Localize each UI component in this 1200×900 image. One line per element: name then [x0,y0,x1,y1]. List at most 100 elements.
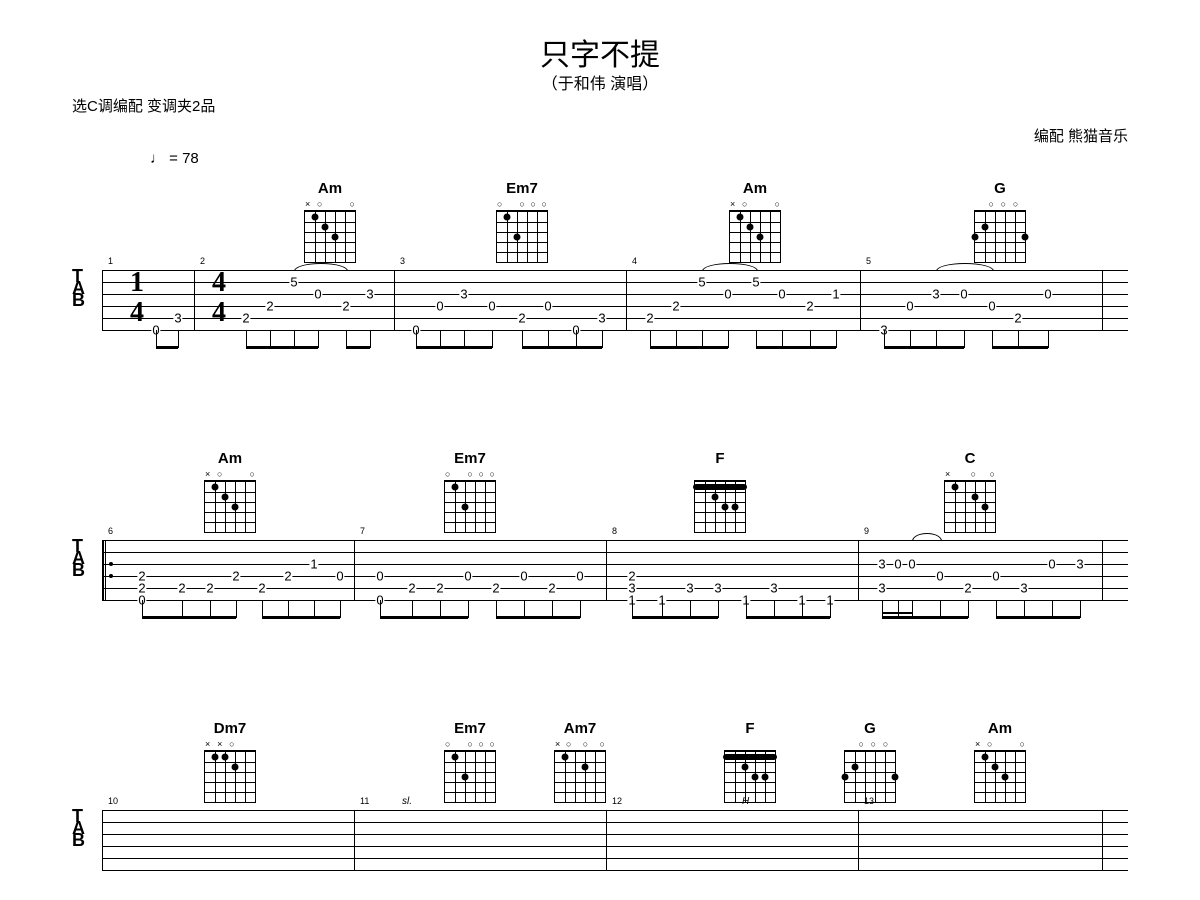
tab-note: 2 [265,299,274,314]
measure-number: 6 [108,526,113,536]
beam [650,346,728,349]
tab-note: 3 [173,311,182,326]
barline [606,810,607,870]
tab-note: 5 [697,275,706,290]
chord-nut: ○○○ [842,740,898,750]
chord-diagram: F [722,720,778,803]
measure-number: 1 [108,256,113,266]
measure-number: 5 [866,256,871,266]
tab-note: 0 [519,569,528,584]
tab-note: 0 [375,569,384,584]
chord-row: Am ×○○ Em7 ○○○○ F C ×○○ [72,450,1128,530]
chord-row: Dm7××○Em7○○○○Am7×○○○FG○○○Am×○○ [72,720,1128,800]
tab-note: 2 [627,569,636,584]
beam [882,616,968,619]
chord-nut: ×○○ [202,470,258,480]
barline [858,810,859,870]
tab-note: 2 [341,299,350,314]
tie [294,263,348,271]
time-signature: 14 [126,268,148,328]
beam [992,346,1048,349]
chord-name: C [942,450,998,467]
tab-note: 2 [407,581,416,596]
tab-note: 2 [231,569,240,584]
chord-name: Dm7 [202,720,258,737]
chord-row: Am×○○Em7○○○○Am×○○G○○○ [72,180,1128,260]
barline [354,540,355,600]
chord-grid [724,750,776,803]
chord-grid [729,210,781,263]
measure-number: 2 [200,256,205,266]
measure-number: 8 [612,526,617,536]
barline [394,270,395,330]
chord-nut: ○○○○ [442,470,498,480]
chord-name: Am [302,180,358,197]
arrangement-note: 选C调编配 变调夹2品 [72,95,215,116]
barline [102,540,103,600]
tab-annotation: H [742,796,749,807]
chord-grid [204,750,256,803]
chord-diagram: Em7○○○○ [442,720,498,803]
tab-note: 2 [671,299,680,314]
tab-note: 5 [289,275,298,290]
tab-system: TAB6789220222221000220202032113313113300… [72,540,1128,630]
tab-note: 0 [335,569,344,584]
barline [1102,270,1103,330]
tab-note: 5 [751,275,760,290]
chord-name: G [842,720,898,737]
tab-note: 1 [831,287,840,302]
barline [194,270,195,330]
measure-number: 9 [864,526,869,536]
tab-note: 0 [723,287,732,302]
chord-name: Am [202,450,258,467]
chord-diagram: Am×○○ [302,180,358,263]
beam [346,346,370,349]
tab-note: 3 [459,287,468,302]
beam [996,616,1080,619]
chord-diagram: Em7 ○○○○ [442,450,498,533]
tab-note: 2 [805,299,814,314]
beam [632,616,718,619]
tab-annotation: sl. [402,796,412,807]
tab-note: 2 [435,581,444,596]
chord-diagram: F [692,450,748,533]
chord-nut: ×○○ [727,200,783,210]
tempo-marking: ♩ = 78 [150,150,199,167]
chord-diagram: G○○○ [972,180,1028,263]
chord-nut: ○○○○ [442,740,498,750]
tab-note: 0 [987,299,996,314]
chord-diagram: C ×○○ [942,450,998,533]
beam [262,616,340,619]
tab-note: 0 [543,299,552,314]
chord-name: Em7 [494,180,550,197]
chord-name: Em7 [442,450,498,467]
tab-note: 3 [877,581,886,596]
chord-grid [554,750,606,803]
page-title: 只字不提 [0,30,1200,74]
barline [102,810,103,870]
chord-nut: ×○○ [942,470,998,480]
chord-nut: ○○○○ [494,200,550,210]
barline [1102,540,1103,600]
tab-note: 0 [575,569,584,584]
tab-note: 0 [905,299,914,314]
chord-name: F [722,720,778,737]
tab-note: 3 [597,311,606,326]
barline [860,270,861,330]
tab-label: TAB [72,540,84,576]
chord-grid [974,210,1026,263]
measure-number: 12 [612,796,622,806]
tab-note: 0 [959,287,968,302]
chord-nut: ×○○○ [552,740,608,750]
chord-diagram: Am ×○○ [202,450,258,533]
beam [496,616,580,619]
tab-staff: 10111213sl.H [102,810,1128,870]
measure-number: 7 [360,526,365,536]
beam [142,616,236,619]
barline [606,540,607,600]
chord-name: Am7 [552,720,608,737]
tab-note: 0 [907,557,916,572]
time-signature: 44 [208,268,230,328]
tab-note: 0 [435,299,444,314]
tab-label: TAB [72,270,84,306]
